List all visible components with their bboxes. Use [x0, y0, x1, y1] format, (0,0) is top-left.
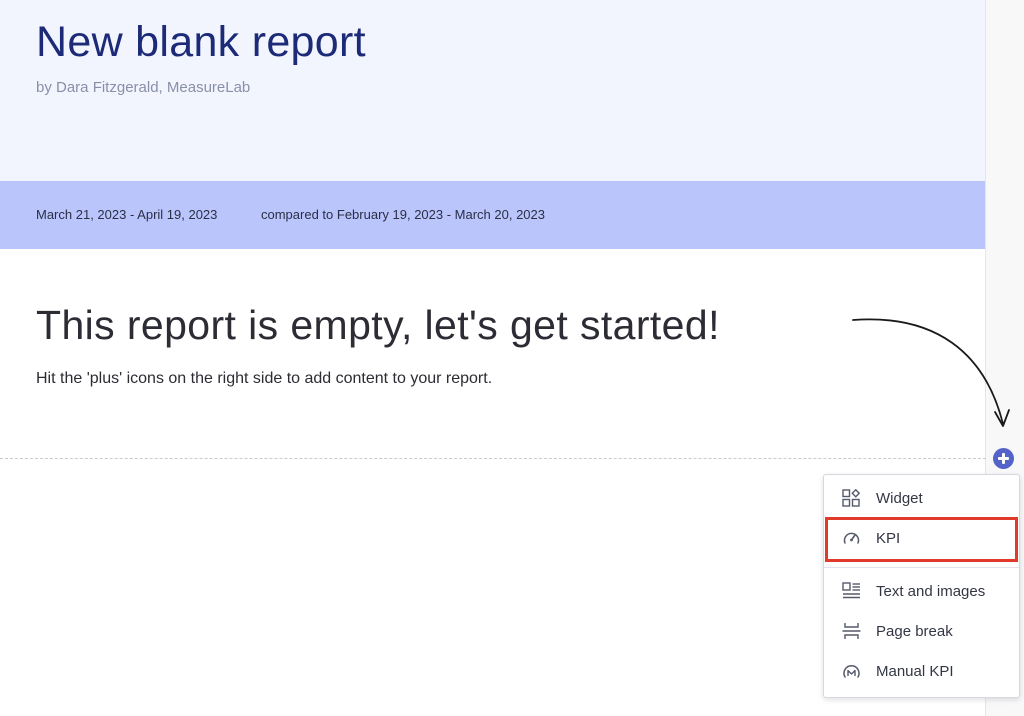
menu-item-label: Page break	[876, 623, 953, 640]
date-range: March 21, 2023 - April 19, 2023	[36, 207, 218, 222]
gauge-icon	[843, 532, 860, 544]
menu-item-kpi[interactable]: KPI	[824, 518, 1019, 558]
menu-item-widget[interactable]: Widget	[824, 478, 1019, 518]
report-author: by Dara Fitzgerald, MeasureLab	[36, 79, 251, 96]
report-editor: New blank report by Dara Fitzgerald, Mea…	[0, 0, 1024, 716]
date-range-bar[interactable]: March 21, 2023 - April 19, 2023 compared…	[0, 181, 985, 249]
manual-kpi-icon	[843, 665, 860, 678]
widget-icon	[842, 489, 861, 507]
menu-item-page-break[interactable]: Page break	[824, 611, 1019, 651]
empty-state-hint: Hit the 'plus' icons on the right side t…	[36, 370, 493, 387]
menu-item-text-and-images[interactable]: Text and images	[824, 571, 1019, 611]
menu-separator	[824, 567, 1019, 568]
page-break-icon	[842, 623, 861, 639]
compare-range: compared to February 19, 2023 - March 20…	[261, 207, 545, 222]
menu-item-label: Text and images	[876, 583, 986, 600]
text-image-icon	[842, 582, 860, 599]
menu-item-label: KPI	[876, 530, 901, 547]
report-header: New blank report by Dara Fitzgerald, Mea…	[0, 0, 985, 181]
section-divider	[0, 458, 986, 459]
add-content-menu: Widget KPI Text and images Page break Ma…	[823, 474, 1020, 698]
curved-arrow-icon	[852, 318, 1010, 427]
menu-item-label: Widget	[876, 490, 923, 507]
menu-item-manual-kpi[interactable]: Manual KPI	[824, 651, 1019, 691]
plus-icon	[998, 453, 1009, 464]
menu-item-label: Manual KPI	[876, 663, 954, 680]
add-content-button[interactable]	[993, 448, 1014, 469]
report-title[interactable]: New blank report	[36, 18, 366, 67]
empty-state-heading: This report is empty, let's get started!	[36, 302, 720, 348]
